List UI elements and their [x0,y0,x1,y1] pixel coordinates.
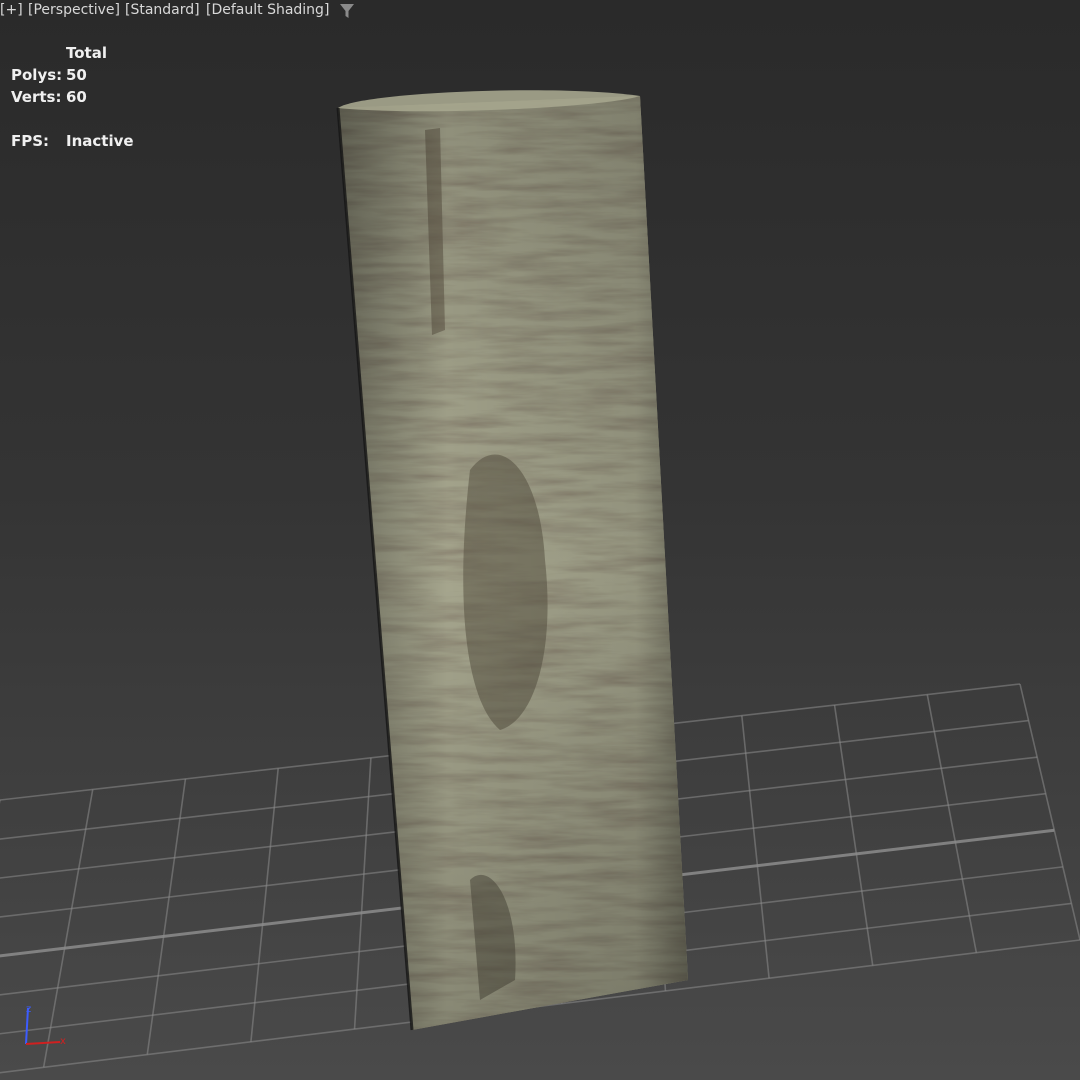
viewport-point-of-view-menu[interactable]: [Perspective] [28,2,120,18]
axis-x-line [25,1041,61,1045]
grid-line [833,704,874,966]
viewport-render-mode-menu[interactable]: [Standard] [125,2,200,18]
axis-x-label: x [60,1036,66,1047]
grid-line [926,694,978,953]
scene-canvas[interactable] [0,0,1080,1080]
stats-polys-value: 50 [66,66,87,84]
viewport-perspective[interactable]: [+] [Perspective] [Standard] [Default Sh… [0,0,1080,1080]
stats-polys-label: Polys: [11,66,63,84]
grid-line [1019,683,1080,941]
stats-fps-label: FPS: [11,132,50,150]
axis-z-label: z [26,1004,31,1015]
viewport-general-menu[interactable]: [+] [0,2,23,18]
stats-header: Total [66,44,107,62]
filter-funnel-icon[interactable] [339,3,355,19]
viewport-shading-menu[interactable]: [Default Shading] [206,2,329,18]
axis-tripod: z x [25,1004,66,1047]
stats-fps-value: Inactive [66,132,134,150]
grid-line [741,715,770,979]
stats-verts-label: Verts: [11,88,62,106]
stats-verts-value: 60 [66,88,87,106]
